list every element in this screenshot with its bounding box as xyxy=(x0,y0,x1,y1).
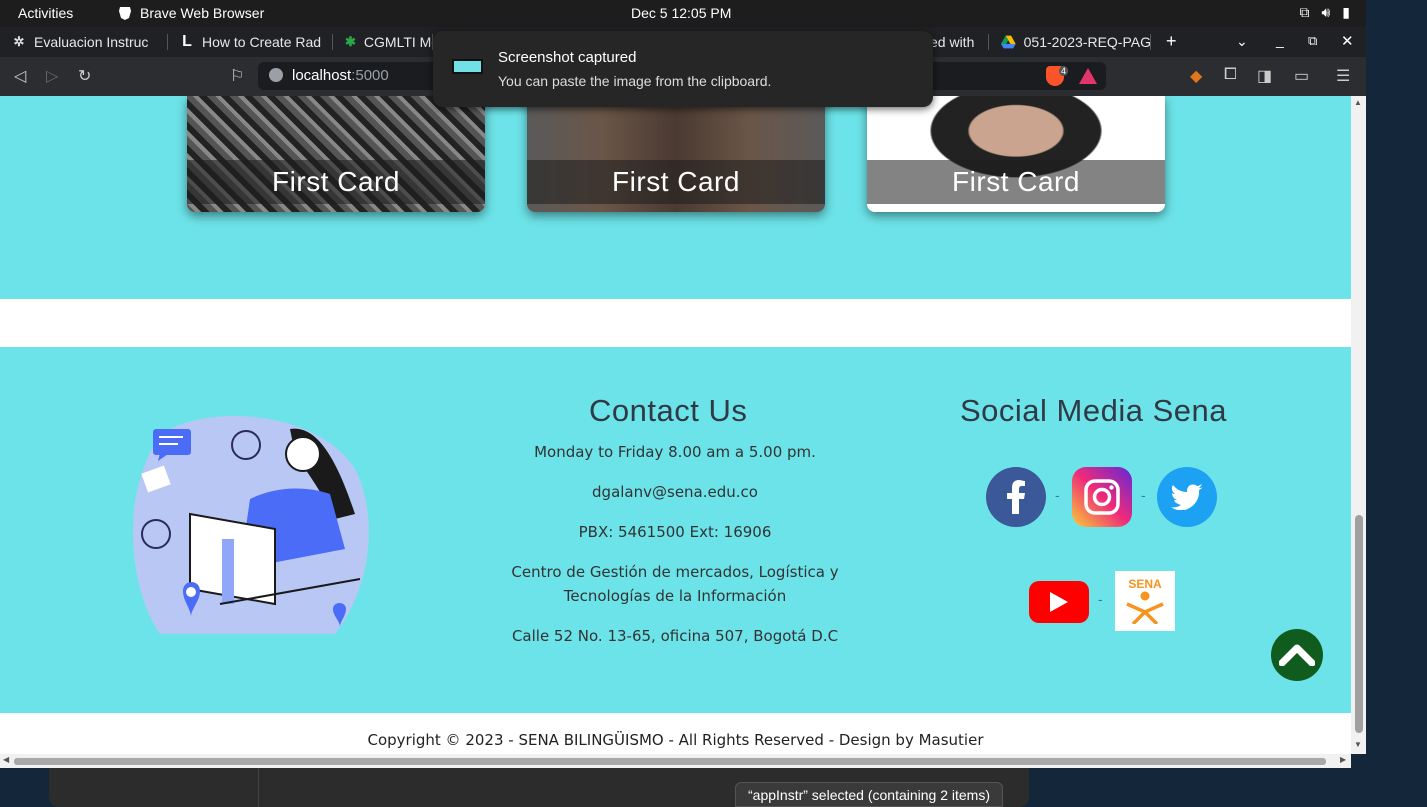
tab-list-chevron-icon[interactable]: ⌄ xyxy=(1236,33,1248,50)
maximize-button[interactable]: ⧉ xyxy=(1308,33,1317,49)
card-caption: First Card xyxy=(867,160,1165,204)
minimize-button[interactable]: _ xyxy=(1276,32,1284,48)
back-button[interactable]: ◁ xyxy=(14,66,26,86)
forward-button[interactable]: ▷ xyxy=(46,66,58,86)
contact-center-line1: Centro de Gestión de mercados, Logística… xyxy=(511,563,839,581)
contact-address: Calle 52 No. 13-65, oficina 507, Bogotá … xyxy=(511,627,839,645)
card-1[interactable]: First Card xyxy=(187,96,485,212)
youtube-icon[interactable] xyxy=(1029,581,1089,623)
card-caption: First Card xyxy=(187,160,485,204)
notification-body: You can paste the image from the clipboa… xyxy=(498,73,772,89)
sena-logo-text: SENA xyxy=(1128,577,1162,591)
tab-label: CGMLTI Mc xyxy=(363,34,433,50)
chevron-up-icon xyxy=(1279,644,1315,666)
contact-hours: Monday to Friday 8.00 am a 5.00 pm. xyxy=(534,443,816,461)
footer: Contact Us Monday to Friday 8.00 am a 5.… xyxy=(0,347,1351,713)
clock[interactable]: Dec 5 12:05 PM xyxy=(631,5,731,21)
social-separator: - xyxy=(1098,591,1103,607)
screenshot-notification[interactable]: Screenshot captured You can paste the im… xyxy=(433,31,933,107)
support-agent-illustration xyxy=(132,416,369,634)
site-info-icon[interactable] xyxy=(269,68,283,82)
tab-how-to-create[interactable]: L How to Create Rad xyxy=(168,27,333,57)
menu-icon[interactable]: ☰ xyxy=(1336,66,1350,86)
horizontal-scrollbar-thumb[interactable] xyxy=(14,758,1326,765)
twitter-icon[interactable] xyxy=(1157,467,1217,527)
cards-section: First Card First Card First Card xyxy=(0,96,1351,299)
card-caption: First Card xyxy=(527,160,825,204)
new-tab-button[interactable]: + xyxy=(1166,31,1177,52)
vertical-scrollbar[interactable]: ▲ ▼ xyxy=(1351,96,1366,754)
page-viewport: First Card First Card First Card Contact… xyxy=(0,96,1351,754)
app-name: Brave Web Browser xyxy=(140,5,265,21)
card-2[interactable]: First Card xyxy=(527,96,825,212)
file-manager-window[interactable]: “appInstr” selected (containing 2 items) xyxy=(49,768,1029,807)
scroll-to-top-button[interactable] xyxy=(1271,629,1323,681)
metamask-icon[interactable]: ◆ xyxy=(1190,66,1202,86)
tab-label: Evaluacion Instruc xyxy=(34,34,149,50)
tab-label: 051-2023-REQ-PAG xyxy=(1023,34,1151,50)
app-menu[interactable]: Brave Web Browser xyxy=(118,5,264,21)
instagram-icon[interactable] xyxy=(1072,467,1132,527)
scroll-left-arrow-icon[interactable]: ◀ xyxy=(3,755,9,764)
notification-title: Screenshot captured xyxy=(498,49,637,66)
vertical-scrollbar-thumb[interactable] xyxy=(1355,515,1363,733)
screenshot-thumbnail xyxy=(452,59,483,74)
network-icon: ⧉ xyxy=(1299,4,1310,20)
sidebar-icon[interactable]: ◨ xyxy=(1257,66,1272,86)
social-separator: - xyxy=(1055,487,1060,503)
star-icon: ✱ xyxy=(345,34,356,49)
tab-label: ed with xyxy=(930,34,975,50)
scroll-down-arrow-icon[interactable]: ▼ xyxy=(1354,740,1362,749)
contact-center-line2: Tecnologías de la Información xyxy=(563,587,787,605)
selection-status: “appInstr” selected (containing 2 items) xyxy=(735,782,1003,807)
wallet-icon[interactable]: ▭ xyxy=(1294,66,1309,86)
tab-cgmlti[interactable]: ✱ CGMLTI Mc xyxy=(333,27,433,57)
google-drive-icon xyxy=(1001,35,1016,49)
activities-button[interactable]: Activities xyxy=(18,5,73,21)
battery-icon: ▮ xyxy=(1342,4,1350,20)
shield-count-badge: 4 xyxy=(1059,66,1069,76)
facebook-icon[interactable] xyxy=(986,467,1046,527)
social-title: Social Media Sena xyxy=(960,393,1227,428)
system-top-bar: Activities Brave Web Browser Dec 5 12:05… xyxy=(0,0,1366,27)
extensions-icon[interactable]: ⧠ xyxy=(1224,66,1237,84)
card-3[interactable]: First Card xyxy=(867,96,1165,212)
scroll-up-arrow-icon[interactable]: ▲ xyxy=(1354,98,1362,107)
section-divider xyxy=(0,299,1351,347)
horizontal-scrollbar[interactable]: ◀ ▶ xyxy=(0,754,1351,768)
contact-title: Contact Us xyxy=(589,393,748,428)
close-window-button[interactable]: ✕ xyxy=(1341,32,1354,50)
sidebar-divider xyxy=(258,768,259,807)
sena-icon: ✲ xyxy=(13,34,25,49)
copyright-text: Copyright © 2023 - SENA BILINGÜISMO - Al… xyxy=(367,731,984,749)
contact-phone: PBX: 5461500 Ext: 16906 xyxy=(578,523,772,541)
bookmark-icon[interactable]: ⚐ xyxy=(230,66,244,86)
scroll-right-arrow-icon[interactable]: ▶ xyxy=(1340,755,1346,764)
system-tray[interactable]: ⧉ 🔊︎ ▮ xyxy=(1299,4,1350,21)
tab-evaluacion[interactable]: ✲ Evaluacion Instruc xyxy=(0,27,168,57)
tab-req-pag[interactable]: 051-2023-REQ-PAG xyxy=(989,27,1151,57)
contact-email[interactable]: dgalanv@sena.edu.co xyxy=(465,480,885,504)
sena-logo-icon[interactable]: SENA xyxy=(1115,571,1175,631)
l-logo-icon: L xyxy=(182,33,192,50)
brave-rewards-icon[interactable] xyxy=(1079,68,1097,84)
brave-lion-icon xyxy=(119,6,131,20)
tab-label: How to Create Rad xyxy=(202,34,322,50)
volume-icon: 🔊︎ xyxy=(1321,4,1331,20)
reload-button[interactable]: ↻ xyxy=(78,66,91,86)
url-text[interactable]: localhost:5000 xyxy=(292,67,389,84)
social-separator: - xyxy=(1141,487,1146,503)
